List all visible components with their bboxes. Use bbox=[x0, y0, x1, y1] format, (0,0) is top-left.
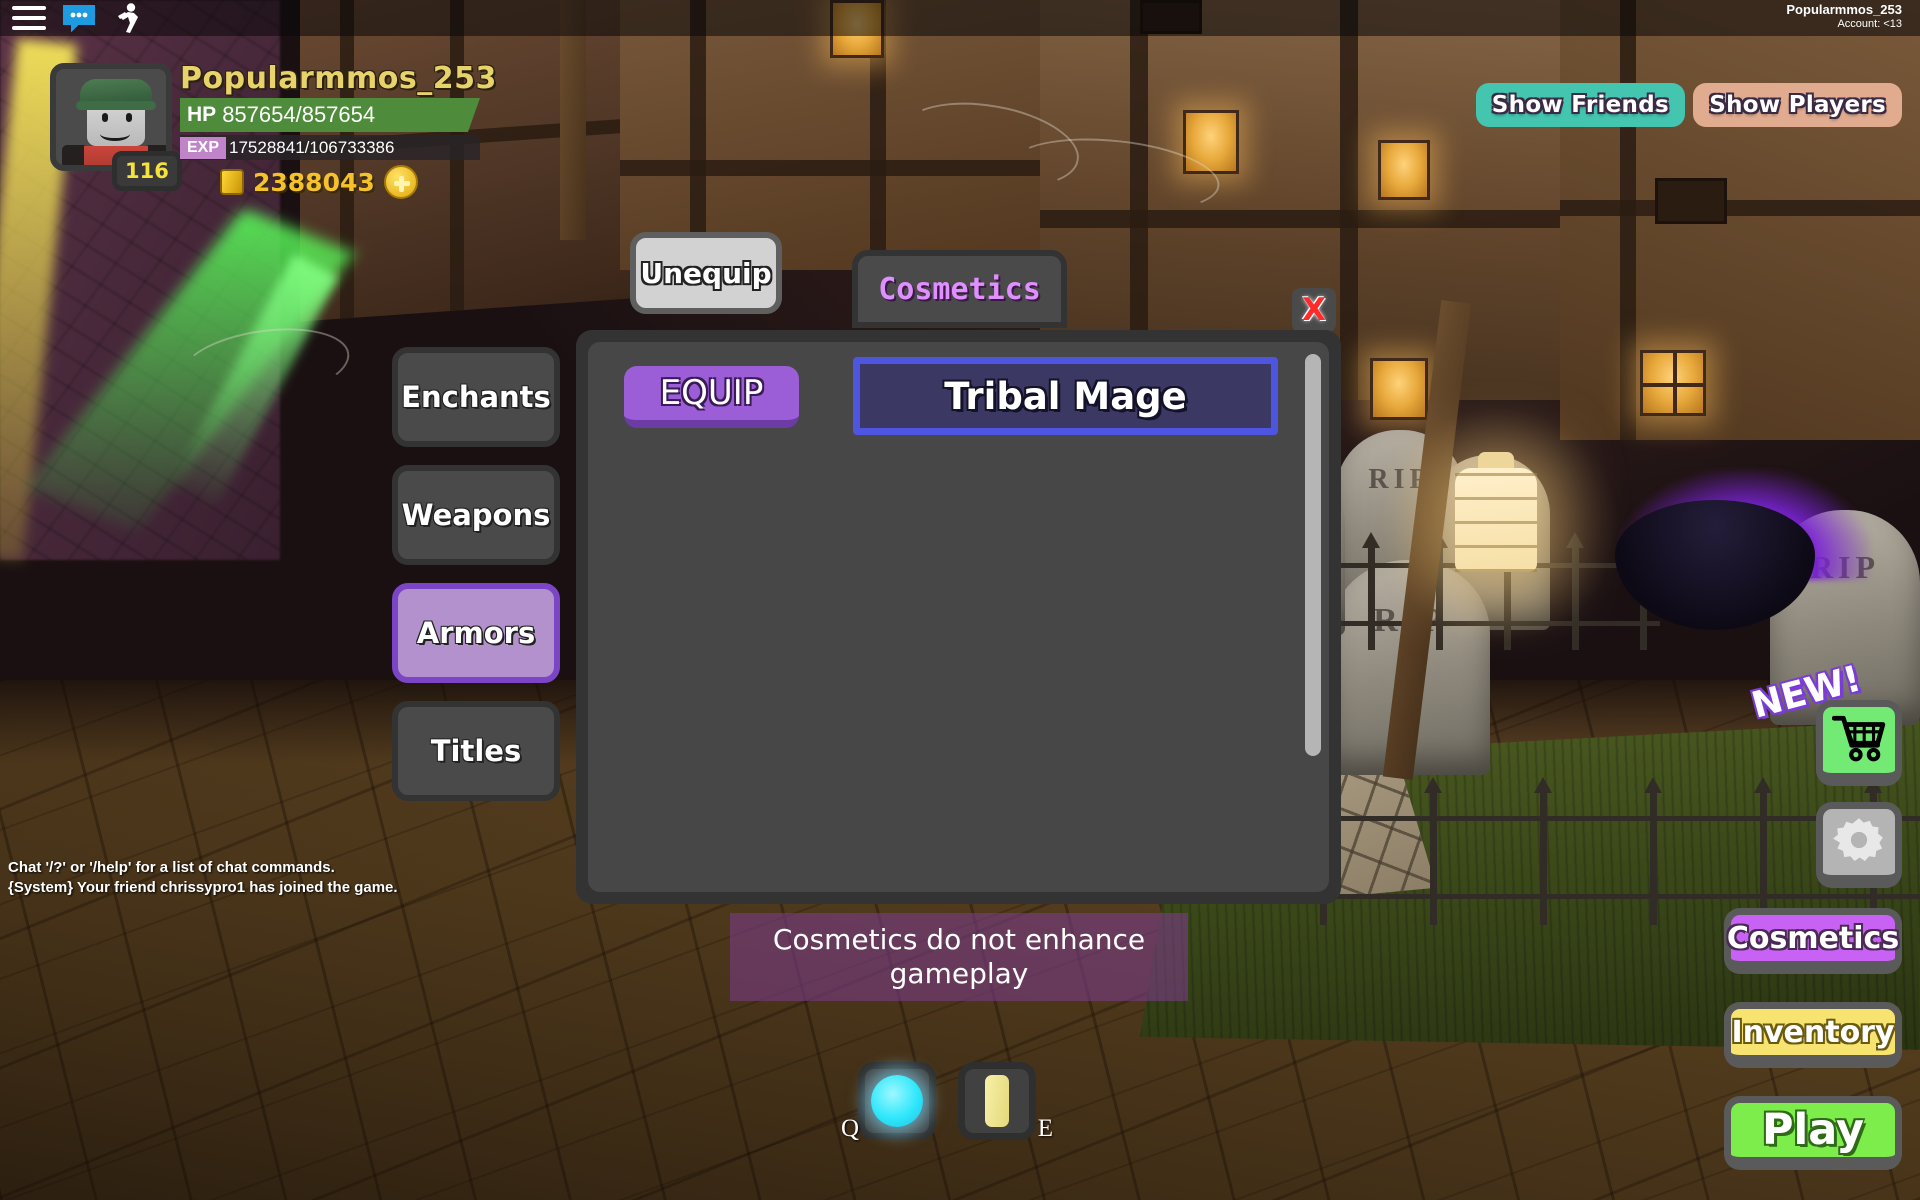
tab-armors[interactable]: Armors bbox=[392, 583, 560, 683]
cosmetics-notice: Cosmetics do not enhance gameplay bbox=[730, 913, 1188, 1002]
roblox-topbar: Popularmmos_253 Account: <13 bbox=[0, 0, 1920, 36]
running-person-icon[interactable] bbox=[112, 2, 142, 34]
inventory-button[interactable]: Inventory bbox=[1724, 1002, 1902, 1068]
tab-titles[interactable]: Titles bbox=[392, 701, 560, 801]
health-bar: HP 857654/857654 bbox=[180, 98, 480, 132]
chat-log: Chat '/?' or '/help' for a list of chat … bbox=[8, 858, 398, 898]
play-button[interactable]: Play bbox=[1724, 1096, 1902, 1170]
account-name: Popularmmos_253 bbox=[1786, 2, 1902, 17]
exp-value: 17528841/106733386 bbox=[229, 137, 395, 157]
player-stats: Popularmmos_253 HP 857654/857654 EXP 175… bbox=[180, 61, 497, 199]
chat-line: Chat '/?' or '/help' for a list of chat … bbox=[8, 859, 335, 876]
cosmetics-panel: EQUIP Tribal Mage bbox=[576, 330, 1341, 904]
shopping-cart-icon bbox=[1831, 714, 1886, 767]
hotbar-slot-e[interactable]: E bbox=[958, 1062, 1053, 1142]
equip-button[interactable]: EQUIP bbox=[624, 366, 799, 428]
building-far-right bbox=[1560, 0, 1920, 440]
avatar-eye bbox=[102, 113, 108, 122]
gold-coin-icon bbox=[220, 169, 244, 195]
show-friends-button[interactable]: Show Friends bbox=[1475, 83, 1685, 127]
chat-line: {System} Your friend chrissypro1 has joi… bbox=[8, 878, 398, 896]
plus-icon[interactable] bbox=[383, 165, 418, 199]
hp-value: 857654/857654 bbox=[222, 102, 376, 127]
hotbar-slot-q[interactable]: Q bbox=[841, 1062, 936, 1142]
tab-enchants[interactable]: Enchants bbox=[392, 347, 560, 447]
unequip-button[interactable]: Unequip bbox=[630, 232, 782, 314]
account-age-label: Account: <13 bbox=[1837, 17, 1902, 30]
hotbar: Q E bbox=[841, 1062, 1053, 1142]
settings-button[interactable] bbox=[1816, 802, 1902, 888]
level-badge: 116 bbox=[112, 151, 182, 191]
close-icon[interactable]: X bbox=[1292, 288, 1336, 332]
cyan-orb-icon bbox=[871, 1075, 923, 1127]
scrollbar-thumb[interactable] bbox=[1305, 354, 1321, 757]
chat-bubble-icon[interactable] bbox=[62, 4, 96, 33]
tab-cosmetics-header[interactable]: Cosmetics bbox=[852, 250, 1067, 328]
cosmetics-panel-body: EQUIP Tribal Mage bbox=[588, 342, 1329, 892]
exp-bar: EXP 17528841/106733386 bbox=[180, 135, 480, 160]
cosmetics-button[interactable]: Cosmetics bbox=[1724, 908, 1902, 974]
window-lit bbox=[1640, 350, 1706, 416]
avatar-cap bbox=[76, 79, 156, 110]
player-name: Popularmmos_253 bbox=[180, 61, 497, 96]
exp-label: EXP bbox=[180, 136, 227, 159]
list-item[interactable]: Tribal Mage bbox=[853, 357, 1278, 435]
avatar-smile bbox=[100, 127, 130, 141]
vertical-scrollbar[interactable] bbox=[1305, 354, 1321, 822]
show-players-button[interactable]: Show Players bbox=[1693, 83, 1902, 127]
window-dark bbox=[1655, 178, 1727, 224]
hamburger-menu-icon[interactable] bbox=[12, 6, 46, 30]
account-info: Popularmmos_253 Account: <13 bbox=[1786, 2, 1902, 31]
hotbar-key-label: Q bbox=[841, 1115, 860, 1142]
yellow-potion-icon bbox=[985, 1075, 1009, 1127]
gear-icon bbox=[1832, 813, 1886, 872]
hp-label: HP bbox=[187, 103, 217, 126]
gold-row: 2388043 bbox=[180, 165, 497, 199]
window-lit bbox=[1378, 140, 1430, 200]
shop-button[interactable] bbox=[1816, 700, 1902, 786]
tab-weapons[interactable]: Weapons bbox=[392, 465, 560, 565]
wooden-post bbox=[560, 0, 586, 240]
hotbar-key-label: E bbox=[1037, 1115, 1053, 1142]
hanging-lantern bbox=[1455, 468, 1537, 572]
gold-value: 2388043 bbox=[253, 167, 375, 197]
avatar-eye bbox=[126, 113, 132, 122]
cosmetics-category-tabs: Enchants Weapons Armors Titles bbox=[392, 347, 560, 819]
